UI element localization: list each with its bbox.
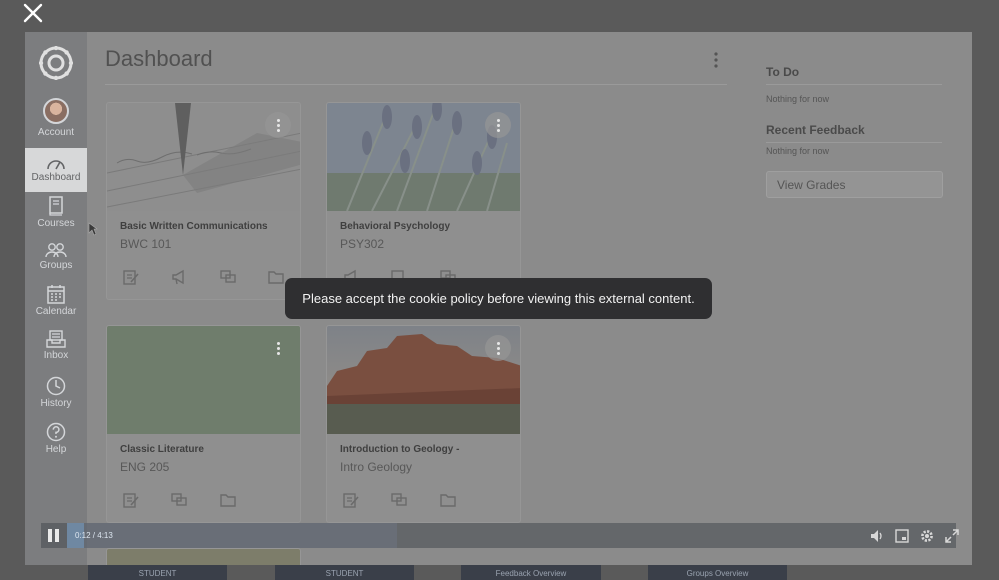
sidebar-item-history[interactable]: History (25, 376, 87, 409)
sidebar-item-label: Help (45, 444, 67, 455)
canvas-logo[interactable] (38, 45, 74, 81)
progress-bar[interactable] (67, 523, 397, 548)
captions-icon[interactable] (894, 528, 910, 544)
view-grades-button[interactable]: View Grades (766, 171, 943, 198)
settings-gear-icon[interactable] (919, 528, 935, 544)
dashboard-icon (47, 160, 65, 170)
page-title: Dashboard (105, 46, 213, 71)
card-options-icon[interactable] (485, 112, 511, 138)
course-card[interactable]: Basic Written Communications BWC 101 (106, 102, 301, 300)
feedback-heading: Recent Feedback (766, 123, 865, 137)
discussions-icon[interactable] (391, 492, 407, 508)
course-card[interactable]: Introduction to Geology - Intro Geology (326, 325, 521, 523)
inbox-icon (46, 330, 66, 348)
sidebar-item-label: Inbox (43, 350, 69, 361)
course-card[interactable]: Behavioral Psychology PSY302 (326, 102, 521, 300)
assignments-icon[interactable] (343, 492, 359, 508)
sidebar-item-label: Calendar (35, 306, 77, 317)
sidebar-item-inbox[interactable]: Inbox (25, 330, 87, 361)
todo-empty-text: Nothing for now (766, 94, 830, 104)
groups-icon (45, 243, 67, 258)
course-card[interactable]: Classic Literature ENG 205 (106, 325, 301, 523)
background-thumbnail: STUDENT (88, 565, 227, 580)
card-options-icon[interactable] (485, 335, 511, 361)
files-icon[interactable] (268, 269, 284, 285)
todo-heading: To Do (766, 65, 800, 79)
avatar (43, 98, 69, 124)
card-actions (107, 492, 300, 512)
files-icon[interactable] (440, 492, 456, 508)
background-thumbnail: Feedback Overview (461, 565, 601, 580)
course-card[interactable] (106, 548, 301, 565)
close-icon[interactable] (22, 2, 44, 24)
pause-button[interactable] (48, 529, 60, 542)
course-code: Intro Geology (340, 460, 413, 474)
mouse-pointer-icon (88, 222, 98, 236)
card-options-icon[interactable] (265, 112, 291, 138)
background-thumbnail: STUDENT (275, 565, 414, 580)
volume-icon[interactable] (869, 528, 885, 544)
course-title: Introduction to Geology - (340, 444, 460, 455)
card-actions (327, 492, 520, 512)
sidebar-item-label: Groups (39, 260, 73, 271)
todo-divider (766, 84, 942, 85)
course-code: PSY302 (340, 237, 385, 251)
discussions-icon[interactable] (220, 269, 236, 285)
course-title: Behavioral Psychology (340, 221, 451, 232)
title-divider (105, 84, 727, 85)
time-display: 0:12 / 4:13 (75, 531, 113, 540)
assignments-icon[interactable] (123, 269, 139, 285)
cookie-policy-toast: Please accept the cookie policy before v… (285, 278, 712, 319)
sidebar-item-courses[interactable]: Courses (25, 196, 87, 229)
background-thumbnail: Groups Overview (648, 565, 787, 580)
card-options-icon[interactable] (265, 335, 291, 361)
feedback-divider (766, 142, 942, 143)
card-actions (107, 269, 300, 289)
video-player-controls: 0:12 / 4:13 (41, 523, 959, 548)
sidebar-item-dashboard[interactable]: Dashboard (25, 148, 87, 192)
sidebar-item-account[interactable]: Account (25, 98, 87, 138)
course-code: ENG 205 (120, 460, 170, 474)
sidebar-item-calendar[interactable]: Calendar (25, 284, 87, 317)
discussions-icon[interactable] (171, 492, 187, 508)
course-title: Classic Literature (120, 444, 204, 455)
sidebar-item-help[interactable]: Help (25, 422, 87, 455)
global-nav: Account Dashboard Courses Groups Calenda… (25, 32, 87, 565)
files-icon[interactable] (220, 492, 236, 508)
assignments-icon[interactable] (123, 492, 139, 508)
sidebar-item-label: History (40, 398, 72, 409)
dashboard-options-icon[interactable] (709, 50, 723, 70)
sidebar-item-label: Dashboard (31, 172, 81, 183)
history-icon (46, 376, 66, 396)
announcements-icon[interactable] (171, 269, 187, 285)
sidebar-item-label: Account (37, 127, 75, 138)
course-title: Basic Written Communications (120, 221, 268, 232)
fullscreen-icon[interactable] (944, 528, 960, 544)
sidebar-item-label: Courses (37, 218, 75, 229)
help-icon (46, 422, 66, 442)
sidebar-item-groups[interactable]: Groups (25, 242, 87, 271)
course-code: BWC 101 (120, 237, 172, 251)
feedback-empty-text: Nothing for now (766, 146, 830, 156)
calendar-icon (47, 285, 65, 304)
courses-icon (49, 196, 63, 216)
